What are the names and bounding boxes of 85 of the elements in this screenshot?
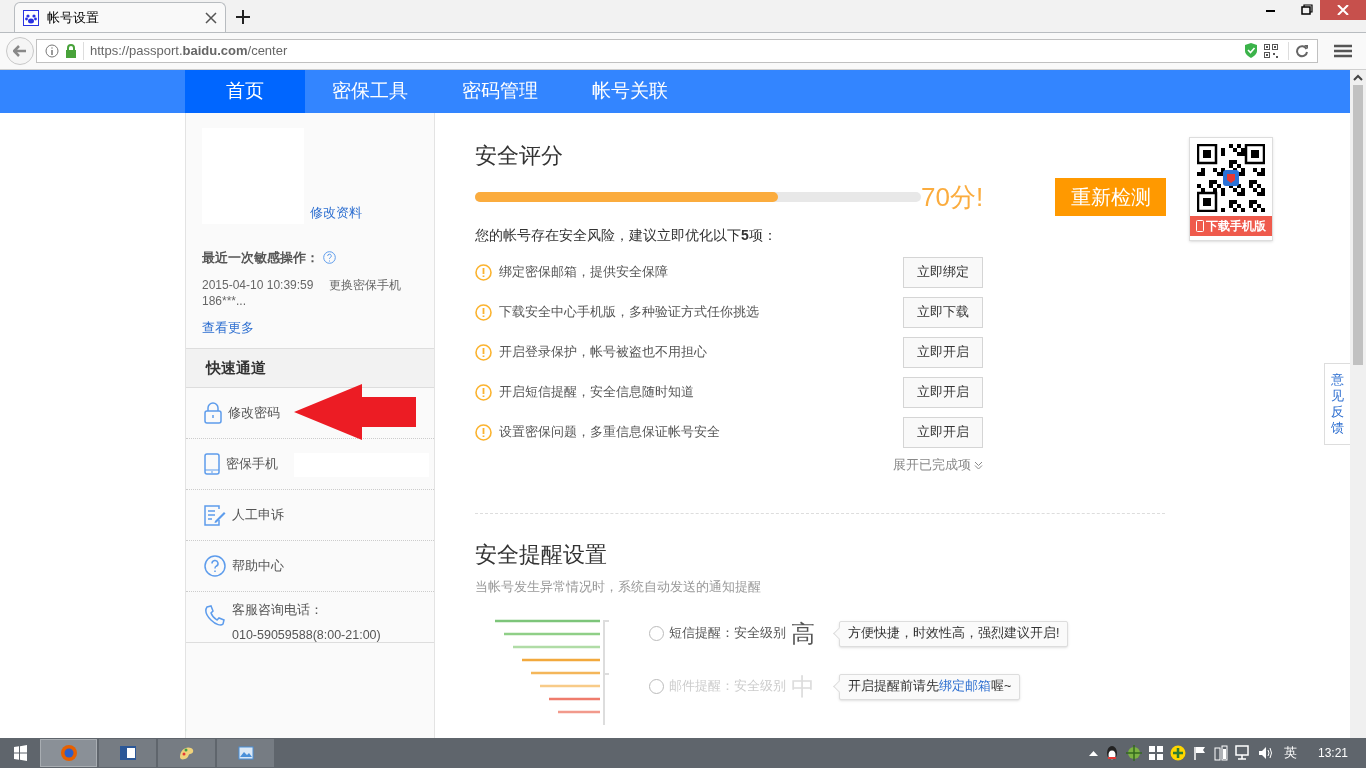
input-method-indicator[interactable]: 英 bbox=[1283, 743, 1297, 763]
flag-icon[interactable] bbox=[1192, 746, 1207, 760]
mobile-phone-icon bbox=[1196, 220, 1204, 232]
battery-icon[interactable] bbox=[1213, 745, 1228, 761]
app-download-card[interactable]: 下载手机版 bbox=[1189, 137, 1273, 241]
section-title: 安全评分 bbox=[475, 142, 564, 170]
reload-icon[interactable] bbox=[1295, 44, 1309, 58]
alert-option-label: 短信提醒：安全级别 bbox=[669, 625, 786, 643]
download-app-label: 下载手机版 bbox=[1206, 218, 1266, 235]
back-button[interactable] bbox=[6, 37, 34, 65]
clock[interactable]: 13:21 bbox=[1317, 744, 1348, 762]
close-window-button[interactable] bbox=[1320, 0, 1366, 20]
lock-icon bbox=[204, 402, 222, 424]
address-field[interactable]: https://passport.baidu.com/center bbox=[36, 39, 1318, 63]
quick-link[interactable]: 修改密码 bbox=[228, 403, 280, 423]
info-icon bbox=[45, 44, 59, 58]
edit-profile-link[interactable]: 修改资料 bbox=[310, 202, 362, 222]
warning-icon bbox=[475, 343, 492, 361]
quick-link[interactable]: 人工申诉 bbox=[232, 505, 284, 525]
risk-item-text: 设置密保问题，多重信息保证帐号安全 bbox=[499, 423, 721, 441]
speaker-icon[interactable] bbox=[1257, 746, 1274, 760]
browser-tab[interactable]: 帐号设置 bbox=[14, 2, 226, 32]
scrollbar-thumb[interactable] bbox=[1353, 85, 1363, 365]
warning-icon bbox=[475, 423, 492, 441]
risk-item-text: 开启登录保护，帐号被盗也不用担心 bbox=[499, 343, 708, 361]
windows-icon[interactable] bbox=[1148, 746, 1163, 760]
recent-activity-text: 2015-04-10 10:39:59 更换密保手机 186***... bbox=[202, 276, 402, 309]
menu-icon[interactable] bbox=[1334, 44, 1352, 58]
score-value: 70分! bbox=[921, 180, 985, 214]
nav-tab[interactable]: 首页 bbox=[185, 70, 305, 113]
tooltip: 开启提醒前请先绑定邮箱喔~ bbox=[839, 673, 1021, 700]
section-subtitle: 当帐号发生异常情况时，系统自动发送的通知提醒 bbox=[475, 578, 762, 596]
quick-link[interactable]: 帮助中心 bbox=[232, 556, 284, 576]
scrollbar[interactable] bbox=[1350, 70, 1366, 738]
quick-access-title: 快速通道 bbox=[206, 357, 266, 378]
tooltip: 方便快捷，时效性高，强烈建议开启! bbox=[839, 620, 1069, 647]
security-grade: 高 bbox=[791, 618, 816, 649]
network-icon[interactable] bbox=[1234, 745, 1251, 761]
chevron-up-icon[interactable] bbox=[1088, 750, 1098, 756]
risk-item-text: 下载安全中心手机版，多种验证方式任你挑选 bbox=[499, 303, 760, 321]
risk-item-text: 绑定密保邮箱，提供安全保障 bbox=[499, 263, 669, 281]
chevron-down-icon bbox=[974, 460, 983, 470]
crosshair-icon[interactable] bbox=[1125, 745, 1142, 761]
action-button[interactable]: 立即绑定 bbox=[903, 256, 983, 288]
view-more-link[interactable]: 查看更多 bbox=[202, 317, 254, 337]
action-button[interactable]: 立即开启 bbox=[903, 376, 983, 408]
warning-icon bbox=[475, 303, 492, 321]
help-icon bbox=[204, 555, 226, 577]
warning-icon bbox=[475, 263, 492, 281]
action-button[interactable]: 立即下载 bbox=[903, 296, 983, 328]
image-viewer-taskbar-icon[interactable] bbox=[217, 739, 274, 767]
recent-activity-title: 最近一次敏感操作： bbox=[202, 249, 319, 267]
penguin-icon[interactable] bbox=[1104, 745, 1119, 761]
scroll-up-icon[interactable] bbox=[1353, 74, 1363, 82]
plus-circle-icon[interactable] bbox=[1169, 745, 1186, 761]
left-arrow-icon bbox=[294, 384, 416, 440]
qr-code-drawing bbox=[1197, 144, 1265, 212]
paw-icon bbox=[23, 9, 39, 26]
shield-check-icon[interactable] bbox=[1244, 43, 1258, 59]
qr-code-icon[interactable] bbox=[1264, 44, 1278, 58]
nav-tab[interactable]: 帐号关联 bbox=[565, 70, 695, 113]
plus-icon[interactable] bbox=[236, 10, 250, 24]
warning-icon bbox=[475, 383, 492, 401]
padlock-icon bbox=[65, 44, 77, 58]
risk-summary: 您的帐号存在安全风险，建议立即优化以下5项： bbox=[475, 226, 777, 245]
nav-tab[interactable]: 密保工具 bbox=[305, 70, 435, 113]
hotline-label: 客服咨询电话： bbox=[232, 601, 324, 619]
action-button[interactable]: 立即开启 bbox=[903, 416, 983, 448]
document-pen-icon bbox=[204, 504, 226, 526]
expand-completed-link[interactable]: 展开已完成项 bbox=[893, 456, 983, 475]
action-button[interactable]: 立即开启 bbox=[903, 336, 983, 368]
feedback-tab[interactable]: 意见反馈 bbox=[1324, 363, 1350, 445]
url-text: https://passport.baidu.com/center bbox=[90, 42, 289, 61]
radio-button[interactable] bbox=[649, 626, 664, 641]
hotline-number: 010-59059588(8:00-21:00) bbox=[232, 626, 381, 644]
close-icon bbox=[1337, 5, 1349, 15]
back-arrow-icon bbox=[13, 45, 27, 57]
risk-item-text: 开启短信提醒，安全信息随时知道 bbox=[499, 383, 695, 401]
tab-title: 帐号设置 bbox=[47, 8, 100, 27]
nav-tab[interactable]: 密码管理 bbox=[435, 70, 565, 113]
quick-link[interactable]: 密保手机 bbox=[226, 454, 278, 474]
close-icon[interactable] bbox=[205, 11, 217, 24]
section-title: 安全提醒设置 bbox=[475, 540, 608, 569]
mobile-phone-icon bbox=[204, 453, 220, 475]
telephone-icon bbox=[204, 605, 226, 627]
